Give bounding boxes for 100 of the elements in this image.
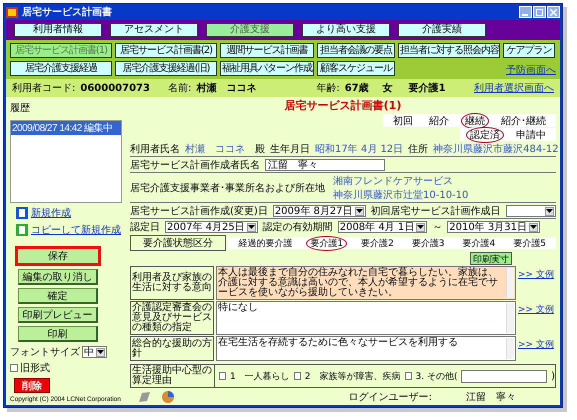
prevention-screen-link[interactable]: 予防画面へ <box>506 63 556 77</box>
dropdown-arrow-icon[interactable] <box>545 206 554 216</box>
example-link[interactable]: >> 文例 <box>518 336 556 361</box>
example-link[interactable]: >> 文例 <box>518 266 556 300</box>
sub-tab[interactable]: 顧客スケジュール <box>317 61 395 76</box>
user-name: 村瀬 ココネ <box>196 82 256 95</box>
field-label: 生年月日 <box>270 142 310 156</box>
name-label: 名前: <box>168 82 192 95</box>
checkbox[interactable] <box>404 372 412 380</box>
old-format-label: 旧形式 <box>20 362 50 375</box>
care-level-option[interactable]: 要介護2 <box>357 236 398 250</box>
plan-type-option[interactable]: 初回 <box>389 112 417 128</box>
field-label: 居宅サービス計画作成者氏名 <box>130 158 260 172</box>
office-name: 湘南フレンドケアサービス <box>333 174 454 188</box>
planner-field[interactable]: 江留 寧々 <box>265 159 385 171</box>
care-level-option[interactable]: 要介護5 <box>509 236 550 250</box>
dropdown-arrow-icon[interactable] <box>416 222 426 232</box>
user-select-link[interactable]: 利用者選択画面へ <box>474 81 554 95</box>
copy-new-link[interactable]: コピーして新規作成 <box>31 222 121 237</box>
checkbox[interactable] <box>219 372 226 380</box>
care-level-option[interactable]: 要介護3 <box>408 236 449 250</box>
dropdown-arrow-icon[interactable] <box>96 348 105 356</box>
history-item[interactable]: 2009/08/27 14:42 編集中 <box>11 121 121 135</box>
text-area[interactable]: 特になし <box>216 301 516 335</box>
field-label: 認定日 <box>130 220 160 234</box>
field-label: 居宅介護支援事業者･事業所名および所在地 <box>130 182 325 195</box>
history-title: 履歴 <box>10 102 31 116</box>
other-reason-field[interactable] <box>461 370 548 382</box>
section-label: 介護認定審査会の意見及びサービスの種類の指定 <box>130 301 214 335</box>
field-label: 初回居宅サービス計画作成日 <box>370 204 501 218</box>
sub-tab[interactable]: ケアプラン <box>503 43 555 58</box>
sub-tab[interactable]: 週間サービス計画書 <box>220 43 314 58</box>
address-value: 神奈川県藤沢市藤沢484-12 <box>433 142 559 156</box>
cert-status-option[interactable]: 認定済 <box>466 126 504 142</box>
action-button[interactable]: 保存 <box>15 246 101 266</box>
code-label: 利用者コード: <box>12 82 76 95</box>
user-sex: 女 <box>382 82 393 95</box>
action-button[interactable]: 印刷プレビュー <box>18 307 98 323</box>
dropdown-arrow-icon[interactable] <box>528 222 538 232</box>
reason-label: 2 家族等が障害、疾病 <box>304 370 400 382</box>
sub-tab[interactable]: 居宅サービス計画書(1) <box>10 43 112 58</box>
nav-tab[interactable]: 利用者情報 <box>14 23 102 37</box>
action-button[interactable]: 編集の取り消し <box>18 269 98 285</box>
sub-tab[interactable]: 担当者に対する照会内容 <box>398 43 500 58</box>
paren-text: ) <box>551 370 555 382</box>
care-level: 要介護1 <box>408 82 446 95</box>
pie-icon <box>162 391 174 403</box>
honorific-label: 殿 <box>255 143 265 156</box>
date-select[interactable]: 2008年 4月 1日 <box>338 221 428 233</box>
date-select[interactable] <box>506 205 556 217</box>
field-label: 利用者氏名 <box>130 142 180 156</box>
cert-status-option[interactable]: 申請中 <box>512 126 550 142</box>
section-label: 総合的な援助の方針 <box>130 336 214 361</box>
form-heading: 居宅サービス計画書(1) <box>284 98 402 113</box>
history-list[interactable]: 2009/08/27 14:42 編集中 <box>10 120 122 203</box>
delete-button[interactable]: 削除 <box>14 378 50 393</box>
date-select[interactable]: 2009年 8月27日 <box>272 205 366 217</box>
field-label: 居宅サービス計画作成(変更)日 <box>130 204 268 218</box>
checkbox[interactable] <box>10 364 18 372</box>
action-button[interactable]: 印刷 <box>18 326 98 342</box>
plan-type-option[interactable]: 紹介 <box>425 112 453 128</box>
user-age: 67歳 <box>344 82 369 95</box>
section-label: 生活援助中心型の算定理由 <box>131 365 215 387</box>
login-user: 江留 寧々 <box>466 390 516 404</box>
print-actual-size-button[interactable]: 印刷実寸 <box>470 252 512 265</box>
care-level-option[interactable]: 経過的要介護 <box>234 236 296 250</box>
sub-tab[interactable]: 担当者会議の要点 <box>317 43 395 58</box>
field-label: 要介護状態区分 <box>130 235 226 251</box>
dropdown-arrow-icon[interactable] <box>354 206 364 216</box>
sub-tab[interactable]: 居宅介護支援経過(旧) <box>115 61 217 76</box>
care-level-option[interactable]: 要介護1 <box>306 236 348 250</box>
sub-tab[interactable]: 福祉用具パターン作成 <box>220 61 314 76</box>
care-level-option[interactable]: 要介護4 <box>458 236 500 250</box>
sub-tab[interactable]: 居宅サービス計画書(2) <box>115 43 217 58</box>
document-icon <box>16 224 28 236</box>
checkbox[interactable] <box>294 372 301 380</box>
date-select[interactable]: 2010年 3月31日 <box>447 221 540 233</box>
section-label: 利用者及び家族の生活に対する意向 <box>130 266 214 300</box>
app-icon <box>6 6 18 18</box>
reason-label: 3. その他( <box>416 370 458 382</box>
plan-type-option[interactable]: 紹介･継続 <box>497 112 550 128</box>
field-label: 認定の有効期間 <box>262 220 333 234</box>
sub-tab[interactable]: 居宅介護支援経過 <box>10 61 112 76</box>
nav-tab[interactable]: 介護実績 <box>398 23 486 37</box>
font-size-select[interactable]: 中 <box>82 346 107 358</box>
dropdown-arrow-icon[interactable] <box>246 222 256 232</box>
nav-tab[interactable]: より高い支援 <box>302 23 390 37</box>
date-select[interactable]: 2007年 4月25日 <box>165 221 258 233</box>
reason-label: 1 一人暮らし <box>230 370 290 382</box>
age-label: 年齢: <box>316 82 340 95</box>
example-link[interactable]: >> 文例 <box>518 301 556 335</box>
font-size-label: フォントサイズ <box>10 346 80 359</box>
office-address: 神奈川県藤沢市辻堂10-10-10 <box>333 188 468 202</box>
nav-tab[interactable]: アセスメント <box>110 23 198 37</box>
nav-tab[interactable]: 介護支援 <box>206 23 294 37</box>
window-title: 居宅サービス計画書 <box>22 5 112 19</box>
new-link[interactable]: 新規作成 <box>31 206 71 220</box>
action-button[interactable]: 確定 <box>18 288 98 304</box>
user-name-value: 村瀬 ココネ <box>185 142 245 156</box>
range-separator: ～ <box>432 221 442 234</box>
